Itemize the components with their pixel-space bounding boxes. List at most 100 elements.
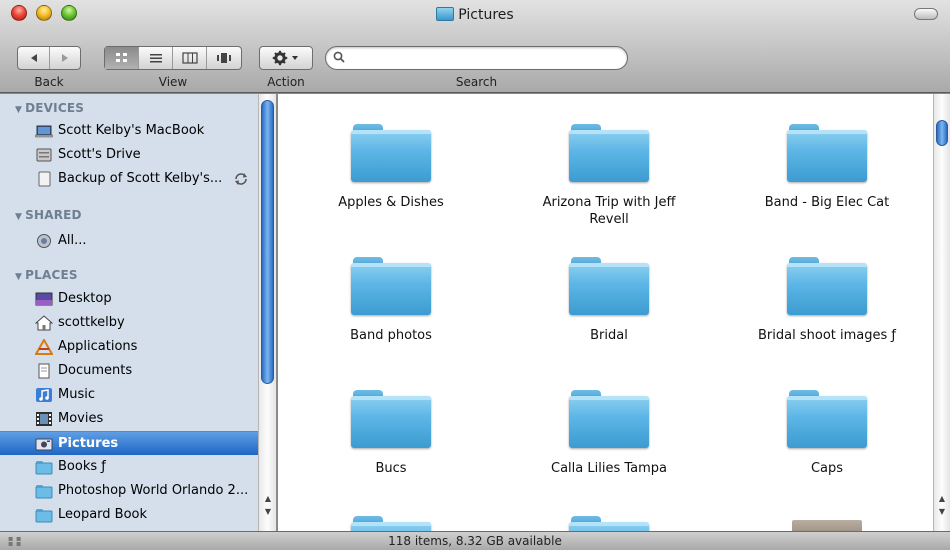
folder-icon — [787, 255, 867, 315]
disclosure-triangle-icon: ▼ — [15, 105, 23, 115]
scroll-up-arrow-icon[interactable]: ▲ — [259, 492, 276, 505]
folder-icon — [569, 514, 649, 531]
action-button[interactable] — [259, 46, 313, 70]
content-scrollbar[interactable]: ▲ ▼ — [933, 94, 950, 531]
sidebar-item-photoshop-world[interactable]: Photoshop World Orlando 2... — [0, 479, 258, 503]
folder-grid: Apples & Dishes Arizona Trip with Jeff R… — [278, 94, 933, 531]
desktop-icon — [35, 292, 53, 306]
sidebar-section-shared[interactable]: ▼ SHARED — [15, 208, 82, 222]
folder-item[interactable]: Bucs — [281, 388, 501, 477]
sidebar-item-books[interactable]: Books ƒ — [0, 455, 258, 479]
sidebar-section-places[interactable]: ▼ PLACES — [15, 268, 78, 282]
external-drive-icon — [38, 171, 51, 187]
folder-icon — [569, 388, 649, 448]
scroll-down-arrow-icon[interactable]: ▼ — [934, 505, 950, 518]
back-label: Back — [34, 75, 64, 89]
sidebar-item-backup[interactable]: Backup of Scott Kelby's... — [0, 167, 258, 191]
folder-item[interactable]: Bridal shoot images ƒ — [717, 255, 933, 344]
folder-name: Bridal shoot images ƒ — [758, 328, 896, 343]
chevron-down-icon — [292, 56, 298, 60]
gear-icon — [272, 50, 298, 66]
search-field[interactable] — [325, 46, 628, 70]
list-view-icon — [149, 54, 162, 63]
folder-icon — [351, 514, 431, 531]
sidebar-section-devices[interactable]: ▼ DEVICES — [15, 101, 84, 115]
applications-icon — [35, 339, 53, 355]
sidebar: ▼ DEVICES Scott Kelby's MacBook Scott's D… — [0, 94, 277, 531]
folder-name: Calla Lilies Tampa — [551, 461, 667, 476]
scroll-up-arrow-icon[interactable]: ▲ — [934, 492, 950, 505]
folder-item[interactable]: Bridal — [499, 255, 719, 344]
hard-drive-icon — [36, 148, 52, 162]
finder-window: Pictures Back View Action Search ▼ DEVIC… — [0, 0, 950, 550]
folder-item[interactable] — [281, 514, 501, 531]
sidebar-item-documents[interactable]: Documents — [0, 359, 258, 383]
movies-icon — [36, 412, 52, 426]
folder-icon — [351, 255, 431, 315]
back-button[interactable] — [18, 47, 50, 69]
sidebar-item-applications[interactable]: Applications — [0, 335, 258, 359]
folder-item[interactable]: Caps — [717, 388, 933, 477]
folder-name: Band - Big Elec Cat — [764, 195, 890, 210]
sidebar-item-pictures[interactable]: Pictures — [0, 431, 258, 455]
folder-name: Band photos — [350, 328, 432, 343]
search-icon — [333, 51, 345, 63]
sidebar-item-all[interactable]: All... — [0, 229, 258, 253]
search-label: Search — [455, 75, 498, 89]
sidebar-item-home[interactable]: scottkelby — [0, 311, 258, 335]
folder-name: Apples & Dishes — [338, 195, 444, 210]
action-button-face — [260, 47, 312, 69]
folder-item[interactable]: Calla Lilies Tampa — [499, 388, 719, 477]
column-view-icon — [181, 52, 198, 64]
sidebar-scrollbar[interactable]: ▲ ▼ — [258, 94, 276, 531]
sidebar-item-scotts-drive[interactable]: Scott's Drive — [0, 143, 258, 167]
disclosure-triangle-icon: ▼ — [15, 272, 23, 282]
pictures-icon — [35, 438, 53, 451]
list-view-button[interactable] — [139, 47, 173, 69]
folder-icon — [569, 255, 649, 315]
pictures-folder-icon — [436, 7, 455, 21]
forward-button[interactable] — [50, 47, 80, 69]
sidebar-item-movies[interactable]: Movies — [0, 407, 258, 431]
sidebar-item-leopard-book[interactable]: Leopard Book — [0, 503, 258, 527]
folder-item[interactable]: Arizona Trip with Jeff Revell — [499, 122, 719, 228]
folder-name: Arizona Trip with Jeff Revell — [542, 195, 676, 227]
sidebar-scroll-thumb[interactable] — [261, 100, 274, 384]
home-icon — [35, 315, 53, 331]
action-label: Action — [267, 75, 305, 89]
folder-icon — [351, 122, 431, 182]
folder-item[interactable]: Band - Big Elec Cat — [717, 122, 933, 211]
folder-icon — [569, 122, 649, 182]
music-icon — [36, 388, 52, 402]
folder-name: Bridal — [590, 328, 628, 343]
disclosure-triangle-icon: ▼ — [15, 212, 23, 222]
column-view-button[interactable] — [173, 47, 207, 69]
folder-item[interactable]: Apples & Dishes — [281, 122, 501, 211]
documents-icon — [38, 363, 50, 379]
folder-item[interactable]: Band photos — [281, 255, 501, 344]
toolbar-toggle-button[interactable] — [914, 8, 938, 20]
view-mode-buttons — [104, 46, 242, 70]
view-label: View — [158, 75, 188, 89]
sidebar-item-macbook[interactable]: Scott Kelby's MacBook — [0, 119, 258, 143]
sidebar-item-music[interactable]: Music — [0, 383, 258, 407]
coverflow-view-button[interactable] — [207, 47, 241, 69]
scroll-down-arrow-icon[interactable]: ▼ — [259, 505, 276, 518]
icon-view-icon — [115, 53, 127, 62]
folder-icon — [787, 122, 867, 182]
folder-icon — [35, 509, 53, 523]
status-text: 118 items, 8.32 GB available — [388, 534, 562, 548]
resize-grip-icon[interactable]: ▪ ▪ ▪ ▪ — [8, 535, 21, 548]
back-arrow-icon — [30, 54, 37, 62]
forward-arrow-icon — [62, 54, 68, 62]
folder-item[interactable] — [499, 514, 719, 531]
sync-icon[interactable] — [233, 172, 249, 186]
file-item[interactable] — [717, 520, 933, 531]
laptop-icon — [35, 125, 53, 138]
content-scroll-thumb[interactable] — [936, 120, 948, 146]
toolbar: Pictures Back View Action Search — [0, 0, 950, 93]
icon-view-button[interactable] — [105, 47, 139, 69]
back-forward-buttons — [17, 46, 81, 70]
sidebar-item-desktop[interactable]: Desktop — [0, 287, 258, 311]
coverflow-view-icon — [217, 53, 231, 63]
